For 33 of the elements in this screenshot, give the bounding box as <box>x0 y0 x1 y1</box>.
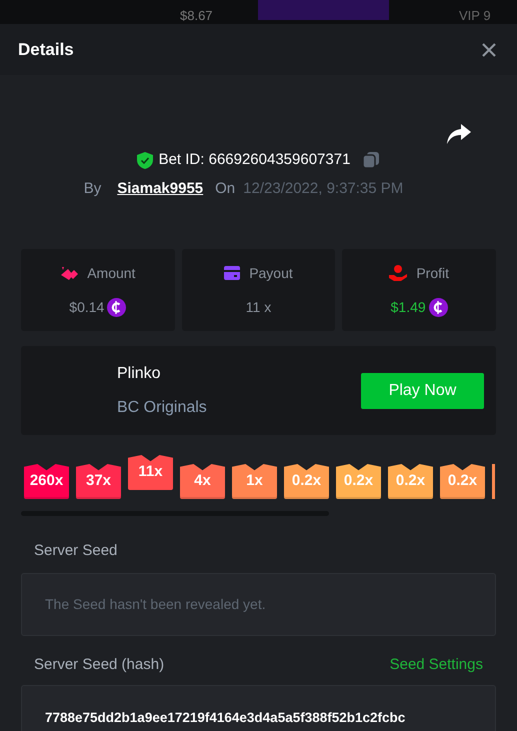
seed-settings-link[interactable]: Seed Settings <box>390 654 483 676</box>
hash-value: 7788e75dd2b1a9ee17219f4164e3d4a5a5f388f52b1c2fcbc <box>45 710 406 725</box>
multiplier-bucket: 37x <box>76 464 121 499</box>
game-provider: BC Originals <box>117 398 207 418</box>
stat-label: Profit <box>416 264 449 282</box>
server-seed-label: Server Seed <box>34 541 118 561</box>
multiplier-bucket: 260x <box>24 464 69 499</box>
on-label: On <box>215 178 236 198</box>
multiplier-bucket: 0.2x <box>388 464 433 499</box>
game-name: Plinko <box>117 364 162 384</box>
dialog-title: Details <box>18 38 74 61</box>
server-seed-hash-label: Server Seed (hash) <box>34 654 164 674</box>
stat-value: 11 x <box>246 298 272 316</box>
multiplier-bucket: 0.2x <box>440 464 485 499</box>
server-seed-field[interactable]: The Seed hasn't been revealed yet. <box>21 572 496 636</box>
multiplier-bucket: 0.2x <box>336 464 381 499</box>
bet-date: 12/23/2022, 9:37:35 PM <box>243 178 404 198</box>
balance-text: $8.67 <box>180 9 213 22</box>
stat-value: $1.49 <box>390 298 426 316</box>
multiplier-bucket: 0.2x <box>284 464 329 499</box>
server-seed-hash-field[interactable]: 7788e75dd2b1a9ee17219f4164e3d4a5a5f388f52b1c2fcbc <box>21 685 496 731</box>
multiplier-bucket: 11x <box>128 455 173 490</box>
vip-text: VIP 9 <box>459 9 491 22</box>
copy-button[interactable] <box>362 151 380 170</box>
stat-label: Payout <box>249 264 293 283</box>
stat-label: Amount <box>87 264 136 282</box>
stat-value: $0.14 <box>69 298 104 316</box>
by-label: By <box>84 178 102 198</box>
share-button[interactable] <box>447 123 471 145</box>
multiplier-bucket: 4x <box>180 464 225 499</box>
user-link[interactable]: Siamak9955 <box>117 178 204 200</box>
multiplier-bucket: 1x <box>232 464 277 499</box>
bet-id: Bet ID: 66692604359607371 <box>158 150 350 170</box>
